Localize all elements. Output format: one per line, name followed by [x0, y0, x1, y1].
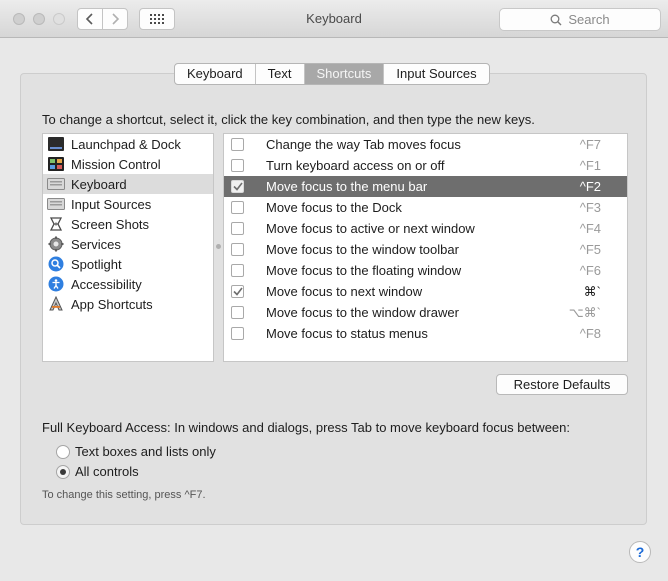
screen-shots-icon [47, 216, 65, 232]
radio-button[interactable] [56, 444, 70, 459]
search-placeholder: Search [568, 12, 610, 27]
radio-label: All controls [75, 464, 139, 479]
shortcut-label: Move focus to active or next window [266, 221, 475, 236]
radio-text-boxes-lists[interactable]: Text boxes and lists only [56, 444, 216, 459]
search-field[interactable]: Search [499, 8, 661, 31]
tab-shortcuts[interactable]: Shortcuts [304, 64, 385, 84]
shortcut-label: Move focus to the Dock [266, 200, 402, 215]
shortcut-keys[interactable]: ^F3 [580, 200, 601, 215]
shortcut-row[interactable]: Move focus to active or next window ^F4 [224, 218, 627, 239]
shortcut-list: Change the way Tab moves focus ^F7 Turn … [223, 133, 628, 362]
shortcut-keys[interactable]: ^F6 [580, 263, 601, 278]
shortcut-checkbox[interactable] [231, 285, 244, 298]
tab-input-sources[interactable]: Input Sources [384, 64, 488, 84]
category-launchpad-dock[interactable]: Launchpad & Dock [43, 134, 213, 154]
shortcut-label: Move focus to the menu bar [266, 179, 428, 194]
category-services[interactable]: Services [43, 234, 213, 254]
category-label: Input Sources [71, 196, 152, 212]
category-mission-control[interactable]: Mission Control [43, 154, 213, 174]
shortcut-checkbox[interactable] [231, 159, 244, 172]
category-app-shortcuts[interactable]: App Shortcuts [43, 294, 213, 314]
help-button[interactable]: ? [629, 541, 651, 563]
category-screen-shots[interactable]: Screen Shots [43, 214, 213, 234]
shortcut-row[interactable]: Move focus to the floating window ^F6 [224, 260, 627, 281]
shortcut-keys[interactable]: ^F8 [580, 326, 601, 341]
shortcut-label: Move focus to the window drawer [266, 305, 459, 320]
shortcut-row[interactable]: Move focus to status menus ^F8 [224, 323, 627, 344]
category-spotlight[interactable]: Spotlight [43, 254, 213, 274]
mission-control-icon [47, 156, 65, 172]
shortcut-keys[interactable]: ^F1 [580, 158, 601, 173]
shortcut-label: Move focus to next window [266, 284, 423, 299]
checkmark-icon [232, 182, 243, 191]
shortcut-keys[interactable]: ^F7 [580, 137, 601, 152]
shortcut-keys[interactable]: ^F4 [580, 221, 601, 236]
category-label: App Shortcuts [71, 296, 153, 312]
category-label: Services [71, 236, 121, 252]
search-icon [550, 14, 562, 25]
fka-note: To change this setting, press ^F7. [42, 489, 206, 501]
category-label: Screen Shots [71, 216, 150, 232]
shortcut-row[interactable]: Move focus to the window drawer ⌥⌘` [224, 302, 627, 323]
tab-keyboard[interactable]: Keyboard [175, 64, 256, 84]
input-sources-icon [47, 196, 65, 212]
shortcut-row[interactable]: Move focus to the Dock ^F3 [224, 197, 627, 218]
shortcut-checkbox[interactable] [231, 180, 244, 193]
category-label: Launchpad & Dock [71, 136, 181, 152]
split-view-divider[interactable] [216, 244, 221, 249]
shortcut-row[interactable]: Move focus to next window ⌘` [224, 281, 627, 302]
keyboard-icon [47, 176, 65, 192]
category-label: Keyboard [71, 176, 127, 192]
radio-button[interactable] [56, 464, 70, 479]
category-input-sources[interactable]: Input Sources [43, 194, 213, 214]
shortcut-label: Move focus to the window toolbar [266, 242, 459, 257]
checkmark-icon [232, 287, 243, 296]
shortcut-label: Turn keyboard access on or off [266, 158, 445, 173]
category-keyboard[interactable]: Keyboard [43, 174, 213, 194]
accessibility-icon [47, 276, 65, 292]
shortcut-checkbox[interactable] [231, 264, 244, 277]
shortcut-checkbox[interactable] [231, 243, 244, 256]
shortcut-checkbox[interactable] [231, 138, 244, 151]
tab-text[interactable]: Text [256, 64, 305, 84]
shortcut-label: Move focus to the floating window [266, 263, 462, 278]
title-bar: Keyboard Search [0, 0, 668, 38]
shortcut-keys[interactable]: ⌘` [584, 284, 601, 300]
shortcut-row[interactable]: Turn keyboard access on or off ^F1 [224, 155, 627, 176]
shortcut-checkbox[interactable] [231, 222, 244, 235]
shortcut-checkbox[interactable] [231, 201, 244, 214]
radio-all-controls[interactable]: All controls [56, 464, 139, 479]
shortcut-keys[interactable]: ^F2 [580, 179, 601, 194]
instruction-text: To change a shortcut, select it, click t… [42, 112, 535, 127]
category-accessibility[interactable]: Accessibility [43, 274, 213, 294]
category-label: Mission Control [71, 156, 161, 172]
shortcut-row[interactable]: Change the way Tab moves focus ^F7 [224, 134, 627, 155]
shortcut-checkbox[interactable] [231, 327, 244, 340]
category-label: Spotlight [71, 256, 122, 272]
shortcut-row[interactable]: Move focus to the menu bar ^F2 [224, 176, 627, 197]
shortcut-checkbox[interactable] [231, 306, 244, 319]
tab-bar: Keyboard Text Shortcuts Input Sources [174, 63, 490, 85]
app-shortcuts-icon [47, 296, 65, 312]
spotlight-icon [47, 256, 65, 272]
full-keyboard-access-heading: Full Keyboard Access: In windows and dia… [42, 420, 570, 435]
category-list: Launchpad & Dock Mission Control Keyboar… [42, 133, 214, 362]
shortcut-keys[interactable]: ^F5 [580, 242, 601, 257]
restore-defaults-button[interactable]: Restore Defaults [496, 374, 628, 395]
radio-label: Text boxes and lists only [75, 444, 216, 459]
category-label: Accessibility [71, 276, 142, 292]
shortcut-label: Change the way Tab moves focus [266, 137, 461, 152]
shortcut-keys[interactable]: ⌥⌘` [569, 305, 601, 321]
services-gear-icon [47, 236, 65, 252]
shortcut-row[interactable]: Move focus to the window toolbar ^F5 [224, 239, 627, 260]
launchpad-dock-icon [47, 136, 65, 152]
shortcut-label: Move focus to status menus [266, 326, 428, 341]
